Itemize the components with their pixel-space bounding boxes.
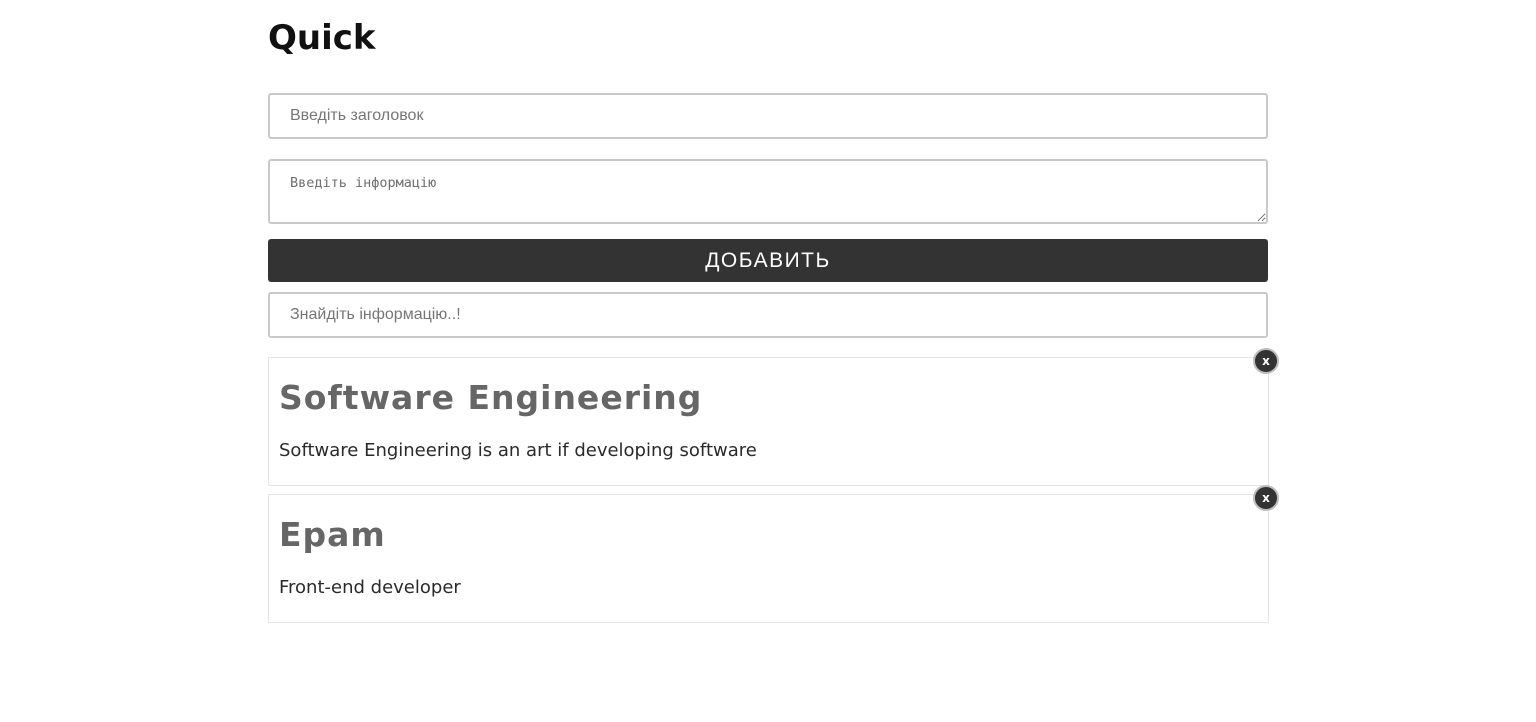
note-body: Software Engineering is an art if develo… <box>279 440 757 461</box>
note-card: Epam Front-end developer x <box>268 485 1279 623</box>
search-input[interactable] <box>268 292 1268 338</box>
app-title: Quick <box>268 18 376 58</box>
note-title: Software Engineering <box>279 378 703 417</box>
add-button[interactable]: ДОБАВИТЬ <box>268 239 1268 282</box>
note-card: Software Engineering Software Engineerin… <box>268 348 1279 486</box>
delete-note-button[interactable]: x <box>1253 485 1279 511</box>
title-input[interactable] <box>268 93 1268 139</box>
note-body: Front-end developer <box>279 577 461 598</box>
delete-note-button[interactable]: x <box>1253 348 1279 374</box>
note-title: Epam <box>279 515 386 554</box>
info-textarea[interactable] <box>268 159 1268 224</box>
